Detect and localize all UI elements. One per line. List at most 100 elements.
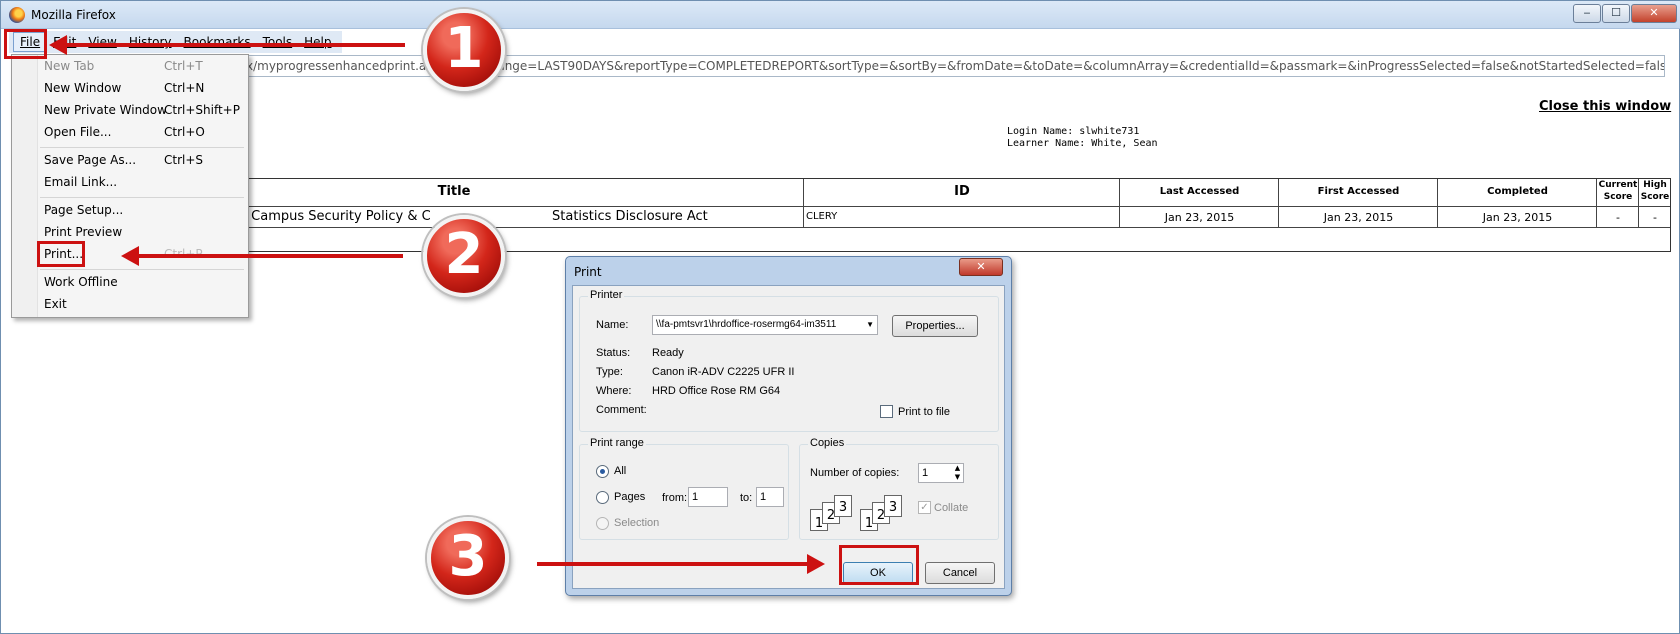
cell-high-score: - — [1653, 211, 1657, 224]
copies-spinner-icon[interactable]: ▲ ▼ — [952, 464, 963, 482]
row-divider — [122, 227, 1670, 228]
login-name: Login Name: slwhite731 — [1007, 126, 1140, 137]
shortcut-open-file: Ctrl+O — [164, 125, 205, 139]
print-to-file-checkbox[interactable] — [880, 405, 893, 418]
printer-name-value: \\fa-pmtsvr1\hrdoffice-rosermg64-im3511 — [656, 319, 837, 330]
minimize-button[interactable]: ‒ — [1573, 4, 1601, 23]
cancel-button[interactable]: Cancel — [925, 562, 995, 584]
arrow-1-shaft — [65, 43, 405, 47]
dialog-title: Print — [574, 265, 602, 279]
menu-item-open-file[interactable]: Open File... — [44, 125, 111, 139]
cell-completed: Jan 23, 2015 — [1482, 211, 1553, 224]
number-of-copies-label: Number of copies: — [810, 467, 900, 479]
type-label: Type: — [596, 366, 623, 378]
header-divider — [122, 206, 1670, 207]
properties-button[interactable]: Properties... — [892, 315, 978, 337]
menu-item-page-setup[interactable]: Page Setup... — [44, 203, 123, 217]
cell-last-accessed: Jan 23, 2015 — [1164, 211, 1235, 224]
to-label: to: — [740, 492, 753, 504]
step-3-callout: 3 — [427, 517, 509, 599]
step-1-callout: 1 — [423, 9, 505, 91]
menu-item-new-private-window[interactable]: New Private Window — [44, 103, 167, 117]
collate-pages-icon: 1 2 3 1 2 3 — [810, 495, 910, 535]
to-input[interactable]: 1 — [756, 487, 784, 507]
range-selection-radio[interactable] — [596, 517, 609, 530]
range-all-radio[interactable] — [596, 465, 609, 478]
collate-label: Collate — [934, 502, 969, 514]
dialog-body: Printer Name: \\fa-pmtsvr1\hrdoffice-ros… — [572, 285, 1005, 589]
status-label: Status: — [596, 347, 631, 359]
report-table: Title ID Last Accessed First Accessed Co… — [121, 178, 1671, 252]
menu-item-new-window[interactable]: New Window — [44, 81, 121, 95]
menu-separator — [40, 197, 244, 198]
printer-group: Printer Name: \\fa-pmtsvr1\hrdoffice-ros… — [579, 289, 999, 432]
arrow-2-shaft — [137, 254, 403, 258]
menu-tools[interactable]: Tools — [257, 33, 299, 51]
print-item-highlight — [37, 241, 85, 267]
print-range-group: Print range All Pages from: 1 to: 1 Sele… — [579, 437, 789, 540]
where-label: Where: — [596, 385, 632, 397]
arrow-3-head-icon — [807, 554, 825, 574]
menu-item-print-preview[interactable]: Print Preview — [44, 225, 122, 239]
menu-icon-strip — [12, 55, 38, 317]
arrow-3-shaft — [537, 562, 809, 566]
cell-current-score: - — [1616, 211, 1620, 224]
cell-first-accessed: Jan 23, 2015 — [1323, 211, 1394, 224]
collate-checkbox[interactable]: ✓ — [918, 501, 931, 514]
copies-group: Copies Number of copies: 1 ▲ ▼ 1 2 3 1 2 … — [799, 437, 999, 540]
range-pages-radio[interactable] — [596, 491, 609, 504]
range-pages-label: Pages — [614, 491, 646, 503]
dropdown-arrow-icon: ▼ — [866, 320, 874, 329]
step-2-callout: 2 — [423, 215, 505, 297]
menu-item-email-link[interactable]: Email Link... — [44, 175, 117, 189]
copies-label: Copies — [808, 437, 847, 449]
menu-bookmarks[interactable]: Bookmarks — [178, 33, 257, 51]
header-current-score: Current Score — [1598, 180, 1638, 202]
menu-separator — [40, 147, 244, 148]
menu-item-new-tab[interactable]: New Tab — [44, 59, 94, 73]
menu-view[interactable]: View — [82, 33, 122, 51]
menu-item-work-offline[interactable]: Work Offline — [44, 275, 118, 289]
cell-id: CLERY — [806, 211, 838, 222]
shortcut-new-tab: Ctrl+T — [164, 59, 203, 73]
learner-info: Login Name: slwhite731 Learner Name: Whi… — [1007, 126, 1158, 150]
menu-history[interactable]: History — [123, 33, 178, 51]
menu-help[interactable]: Help — [298, 33, 337, 51]
printer-name-select[interactable]: \\fa-pmtsvr1\hrdoffice-rosermg64-im3511 … — [652, 315, 878, 335]
browser-window: Mozilla Firefox ‒ ☐ ✕ File Edit View His… — [0, 0, 1680, 634]
print-dialog: Print ✕ Printer Name: \\fa-pmtsvr1\hrdof… — [565, 256, 1012, 596]
close-window-link[interactable]: Close this window — [1539, 99, 1671, 114]
window-title: Mozilla Firefox — [31, 8, 116, 22]
title-bar: Mozilla Firefox ‒ ☐ ✕ — [1, 1, 1680, 29]
where-value: HRD Office Rose RM G64 — [652, 385, 781, 397]
shortcut-save-page-as: Ctrl+S — [164, 153, 204, 167]
status-value: Ready — [652, 347, 684, 359]
range-all-label: All — [614, 465, 627, 477]
comment-label: Comment: — [596, 404, 647, 416]
firefox-logo-icon — [9, 7, 25, 23]
close-window-button[interactable]: ✕ — [1631, 4, 1677, 23]
header-id: ID — [954, 184, 970, 199]
from-input[interactable]: 1 — [688, 487, 728, 507]
dialog-close-button[interactable]: ✕ — [959, 258, 1003, 276]
type-value: Canon iR-ADV C2225 UFR II — [652, 366, 795, 378]
print-to-file-label: Print to file — [898, 406, 950, 418]
learner-name: Learner Name: White, Sean — [1007, 138, 1158, 149]
menu-item-exit[interactable]: Exit — [44, 297, 67, 311]
maximize-button[interactable]: ☐ — [1602, 4, 1630, 23]
arrow-1-head-icon — [49, 35, 67, 55]
header-last-accessed: Last Accessed — [1159, 186, 1240, 197]
header-first-accessed: First Accessed — [1317, 186, 1400, 197]
cell-title-tail: Statistics Disclosure Act — [552, 209, 708, 224]
printer-group-label: Printer — [588, 289, 625, 301]
range-selection-label: Selection — [614, 517, 660, 529]
menu-separator — [40, 269, 244, 270]
print-range-label: Print range — [588, 437, 646, 449]
file-menu-dropdown: New Tab Ctrl+T New Window Ctrl+N New Pri… — [11, 54, 249, 318]
header-title: Title — [437, 184, 471, 199]
shortcut-new-private-window: Ctrl+Shift+P — [164, 103, 240, 117]
menu-item-save-page-as[interactable]: Save Page As... — [44, 153, 136, 167]
ok-button-highlight — [839, 545, 919, 585]
file-menu-highlight — [4, 29, 47, 59]
header-completed: Completed — [1487, 186, 1548, 197]
